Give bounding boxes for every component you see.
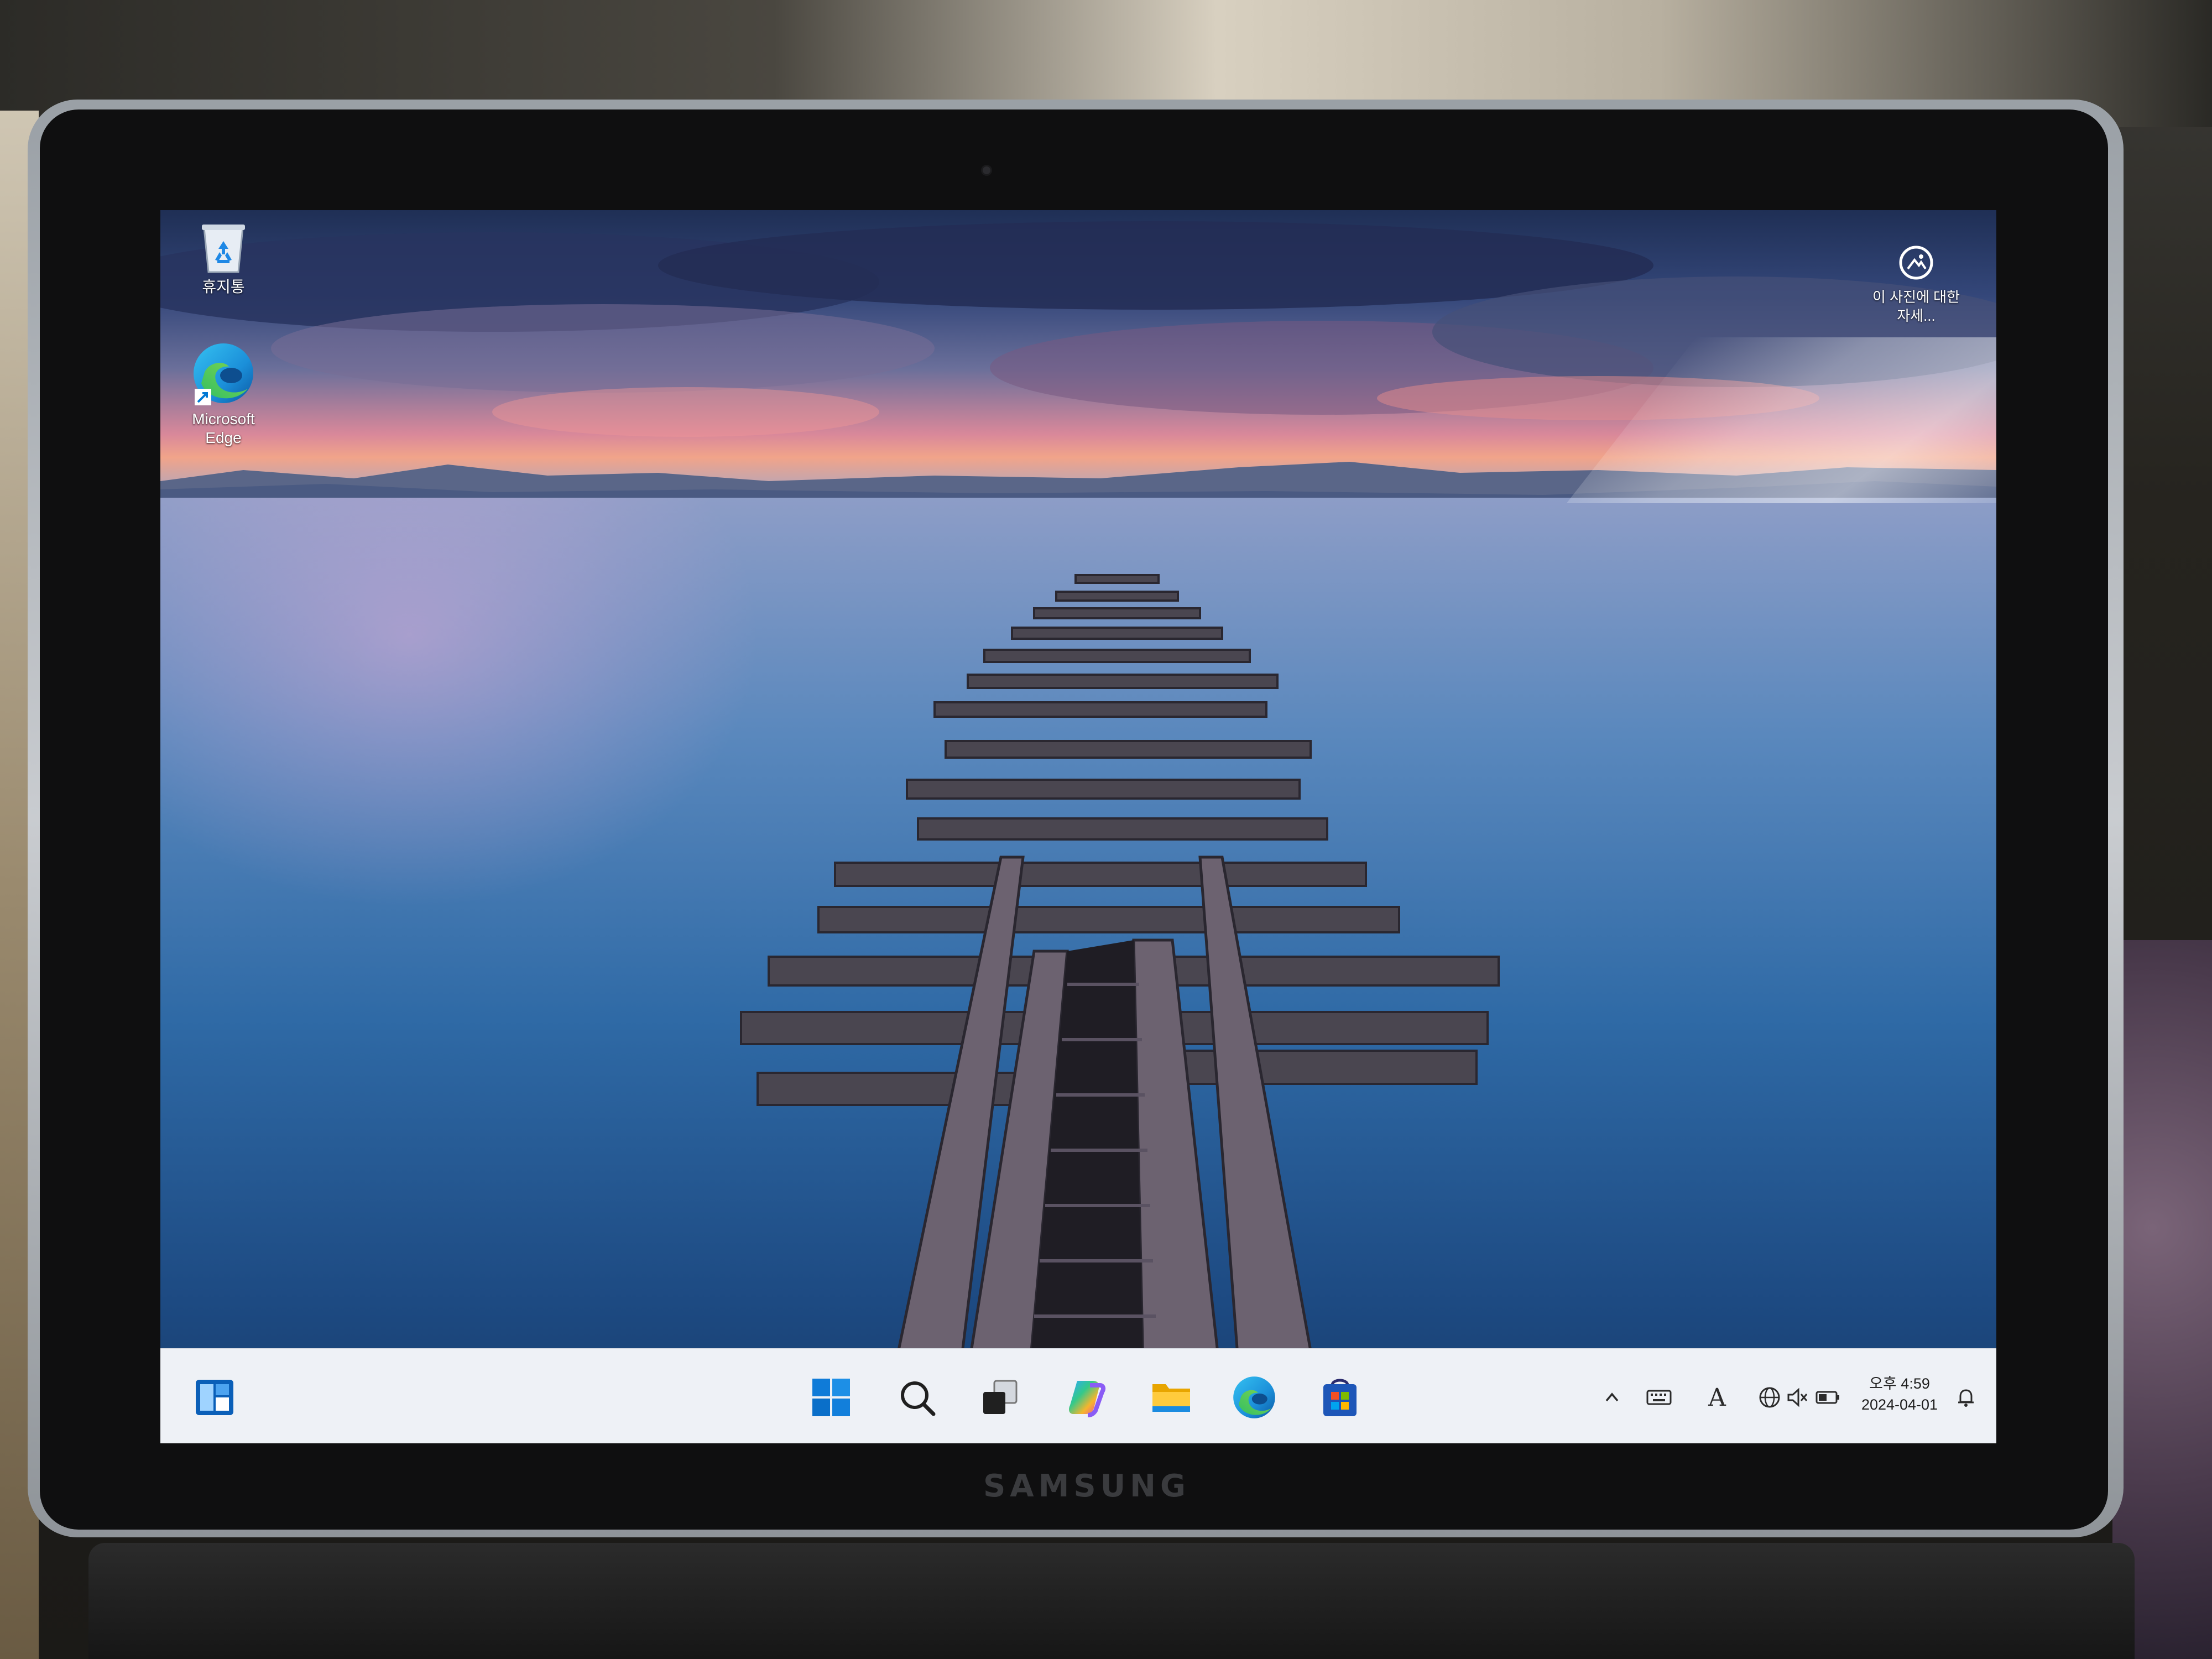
edge-icon — [194, 343, 253, 405]
search-icon — [901, 1381, 936, 1416]
clock-time: 오후 4:59 — [1869, 1375, 1930, 1392]
tray-overflow-button[interactable] — [1598, 1381, 1626, 1414]
keyboard-icon — [1646, 1390, 1672, 1405]
store-icon — [1323, 1379, 1357, 1416]
search-button[interactable] — [890, 1371, 943, 1424]
desktop-icon-recycle-bin[interactable]: 휴지통 — [179, 221, 268, 296]
notification-icon — [1958, 1389, 1974, 1407]
task-view-icon — [983, 1380, 1018, 1414]
desktop-icon-edge[interactable]: Microsoft Edge — [179, 340, 268, 447]
desktop-screen[interactable]: 휴지통 Microsoft Edge 이 사진에 대한 자세... A 오후 4… — [160, 210, 1996, 1443]
battery-icon — [1815, 1391, 1839, 1404]
file-explorer-button[interactable] — [1145, 1371, 1198, 1424]
spotlight-label: 이 사진에 대한 자세... — [1872, 289, 1960, 324]
ime-indicator[interactable]: A — [1703, 1381, 1731, 1414]
desktop-icon-label: Microsoft Edge — [192, 410, 255, 446]
front-camera — [981, 165, 992, 176]
copilot-icon — [1069, 1381, 1106, 1417]
info-icon — [1899, 246, 1933, 280]
store-button[interactable] — [1313, 1371, 1366, 1424]
battery-button[interactable] — [1811, 1381, 1844, 1414]
network-button[interactable] — [1753, 1381, 1786, 1414]
notification-button[interactable] — [1952, 1381, 1980, 1414]
spotlight-learn-more[interactable]: 이 사진에 대한 자세... — [1869, 243, 1963, 325]
start-button[interactable] — [805, 1371, 858, 1424]
folder-icon — [1152, 1384, 1190, 1412]
recycle-bin-icon — [202, 225, 245, 273]
volume-muted-icon — [1787, 1387, 1808, 1407]
task-view-button[interactable] — [973, 1371, 1026, 1424]
brand-logo: SAMSUNG — [983, 1468, 1191, 1504]
touch-keyboard-button[interactable] — [1642, 1381, 1676, 1414]
windows-start-icon — [812, 1379, 850, 1416]
copilot-button[interactable] — [1059, 1371, 1112, 1424]
widgets-icon — [196, 1380, 233, 1415]
clock-button[interactable]: 오후 4:59 2024-04-01 — [1847, 1373, 1952, 1415]
keyboard-case — [88, 1543, 2135, 1659]
edge-icon — [1233, 1376, 1275, 1418]
taskbar: A 오후 4:59 2024-04-01 — [160, 1348, 1996, 1443]
widgets-button[interactable] — [188, 1371, 241, 1424]
globe-icon — [1759, 1387, 1780, 1408]
desktop-icon-label: 휴지통 — [202, 278, 245, 295]
edge-taskbar-button[interactable] — [1228, 1371, 1281, 1424]
volume-button[interactable] — [1783, 1381, 1811, 1414]
chevron-up-icon — [1605, 1392, 1619, 1402]
clock-date: 2024-04-01 — [1861, 1396, 1938, 1413]
